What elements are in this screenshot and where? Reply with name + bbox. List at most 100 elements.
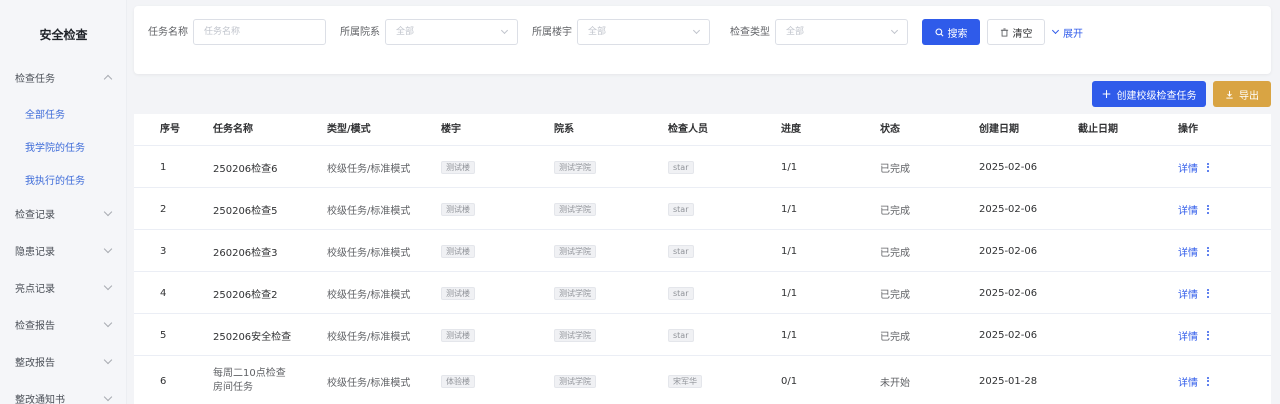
chevron-down-icon: [692, 26, 701, 35]
cell-created-date: 2025-02-06: [979, 245, 1038, 257]
cell-type: 校级任务/标准模式: [327, 331, 411, 343]
building-tag: 测试楼: [441, 286, 475, 300]
sidebar-group-hazard-records[interactable]: 隐患记录: [15, 240, 115, 260]
sidebar-group-label: 检查记录: [15, 209, 55, 221]
column-header: 操作: [1178, 124, 1198, 135]
sidebar: 安全检查 检查任务 全部任务 我学院的任务 我执行的任务 检查记录 隐患记录 亮…: [0, 0, 127, 404]
sidebar-group-label: 亮点记录: [15, 283, 55, 295]
sidebar-group-check-tasks[interactable]: 检查任务: [15, 67, 115, 87]
sidebar-group-label: 整改通知书: [15, 394, 65, 404]
table-row: 6 每周二10点检查房间任务 校级任务/标准模式 体验楼 测试学院 宋军华 0/…: [134, 358, 1271, 404]
college-select-value: 全部: [396, 27, 415, 37]
chevron-down-icon: [103, 244, 113, 253]
detail-link[interactable]: 详情: [1178, 374, 1198, 389]
cell-created-date: 2025-02-06: [979, 161, 1038, 173]
table-row: 3 260206检查3 校级任务/标准模式 测试楼 测试学院 star 1/1 …: [134, 230, 1271, 272]
detail-link[interactable]: 详情: [1178, 202, 1198, 217]
cell-type: 校级任务/标准模式: [327, 377, 411, 389]
export-button[interactable]: 导出: [1213, 81, 1271, 107]
table-row: 4 250206检查2 校级任务/标准模式 测试楼 测试学院 star 1/1 …: [134, 272, 1271, 314]
sidebar-group-rectify-notices[interactable]: 整改通知书: [15, 388, 115, 404]
college-label: 所属院系: [340, 27, 380, 38]
create-school-task-button[interactable]: + 创建校级检查任务: [1092, 81, 1206, 107]
detail-link[interactable]: 详情: [1178, 244, 1198, 259]
college-select[interactable]: 全部: [385, 19, 518, 45]
college-tag: 测试学院: [554, 202, 596, 216]
cell-task-name: 250206检查2: [213, 289, 278, 301]
building-label: 所属楼宇: [532, 27, 572, 38]
cell-building: 测试楼: [441, 230, 475, 272]
table-row: 2 250206检查5 校级任务/标准模式 测试楼 测试学院 star 1/1 …: [134, 188, 1271, 230]
cell-college: 测试学院: [554, 272, 596, 314]
cell-progress: 1/1: [781, 245, 798, 257]
clear-button-label: 清空: [1012, 28, 1033, 40]
detail-link[interactable]: 详情: [1178, 328, 1198, 343]
check-type-select[interactable]: 全部: [775, 19, 908, 45]
inspector-tag: star: [668, 160, 694, 174]
college-tag: 测试学院: [554, 160, 596, 174]
sidebar-group-check-reports[interactable]: 检查报告: [15, 314, 115, 334]
cell-progress: 1/1: [781, 203, 798, 215]
more-vertical-icon[interactable]: [1207, 376, 1209, 386]
clear-button[interactable]: 清空: [987, 19, 1045, 45]
cell-college: 测试学院: [554, 358, 596, 404]
cell-index: 5: [160, 329, 167, 341]
create-button-label: 创建校级检查任务: [1116, 90, 1197, 102]
cell-building: 测试楼: [441, 188, 475, 230]
cell-actions: 详情: [1178, 314, 1209, 356]
cell-progress: 1/1: [781, 329, 798, 341]
chevron-down-icon: [890, 26, 899, 35]
chevron-down-icon: [103, 318, 113, 327]
sidebar-item-my-college-tasks[interactable]: 我学院的任务: [25, 139, 85, 154]
task-name-input[interactable]: 任务名称: [193, 19, 326, 45]
cell-college: 测试学院: [554, 188, 596, 230]
export-button-label: 导出: [1239, 90, 1259, 102]
sidebar-item-my-executed-tasks[interactable]: 我执行的任务: [25, 172, 85, 187]
cell-inspector: star: [668, 230, 694, 272]
more-vertical-icon[interactable]: [1207, 204, 1209, 214]
search-button-label: 搜索: [947, 28, 968, 40]
more-vertical-icon[interactable]: [1207, 330, 1209, 340]
detail-link[interactable]: 详情: [1178, 160, 1198, 175]
column-header: 截止日期: [1078, 124, 1118, 135]
building-select[interactable]: 全部: [577, 19, 710, 45]
chevron-down-icon: [103, 355, 113, 364]
expand-link[interactable]: 展开: [1051, 19, 1083, 45]
inspector-tag: star: [668, 286, 694, 300]
sidebar-group-check-records[interactable]: 检查记录: [15, 203, 115, 223]
cell-status: 已完成: [880, 331, 910, 343]
cell-created-date: 2025-02-06: [979, 203, 1038, 215]
more-vertical-icon[interactable]: [1207, 288, 1209, 298]
chevron-down-icon: [103, 392, 113, 401]
detail-link[interactable]: 详情: [1178, 286, 1198, 301]
cell-index: 1: [160, 161, 167, 173]
cell-building: 测试楼: [441, 314, 475, 356]
sidebar-group-highlight-records[interactable]: 亮点记录: [15, 277, 115, 297]
cell-building: 体验楼: [441, 358, 475, 404]
trash-icon: [1000, 27, 1008, 37]
cell-type: 校级任务/标准模式: [327, 247, 411, 259]
chevron-up-icon: [103, 74, 113, 83]
task-name-label: 任务名称: [148, 27, 188, 38]
search-button[interactable]: 搜索: [922, 19, 980, 45]
column-header: 检查人员: [668, 124, 708, 135]
expand-link-label: 展开: [1063, 28, 1083, 40]
sidebar-item-all-tasks[interactable]: 全部任务: [25, 106, 65, 121]
column-header: 楼宇: [441, 124, 461, 135]
more-vertical-icon[interactable]: [1207, 246, 1209, 256]
inspector-tag: star: [668, 202, 694, 216]
chevron-down-icon: [1051, 26, 1060, 35]
sidebar-group-label: 隐患记录: [15, 246, 55, 258]
cell-task-name: 250206安全检查: [213, 331, 292, 343]
more-vertical-icon[interactable]: [1207, 162, 1209, 172]
cell-college: 测试学院: [554, 230, 596, 272]
cell-task-name: 250206检查6: [213, 163, 278, 175]
college-tag: 测试学院: [554, 244, 596, 258]
college-tag: 测试学院: [554, 328, 596, 342]
cell-building: 测试楼: [441, 146, 475, 188]
sidebar-group-rectify-reports[interactable]: 整改报告: [15, 351, 115, 371]
cell-inspector: star: [668, 188, 694, 230]
cell-inspector: star: [668, 314, 694, 356]
inspector-tag: 宋军华: [668, 374, 702, 388]
column-header: 类型/模式: [327, 124, 371, 135]
